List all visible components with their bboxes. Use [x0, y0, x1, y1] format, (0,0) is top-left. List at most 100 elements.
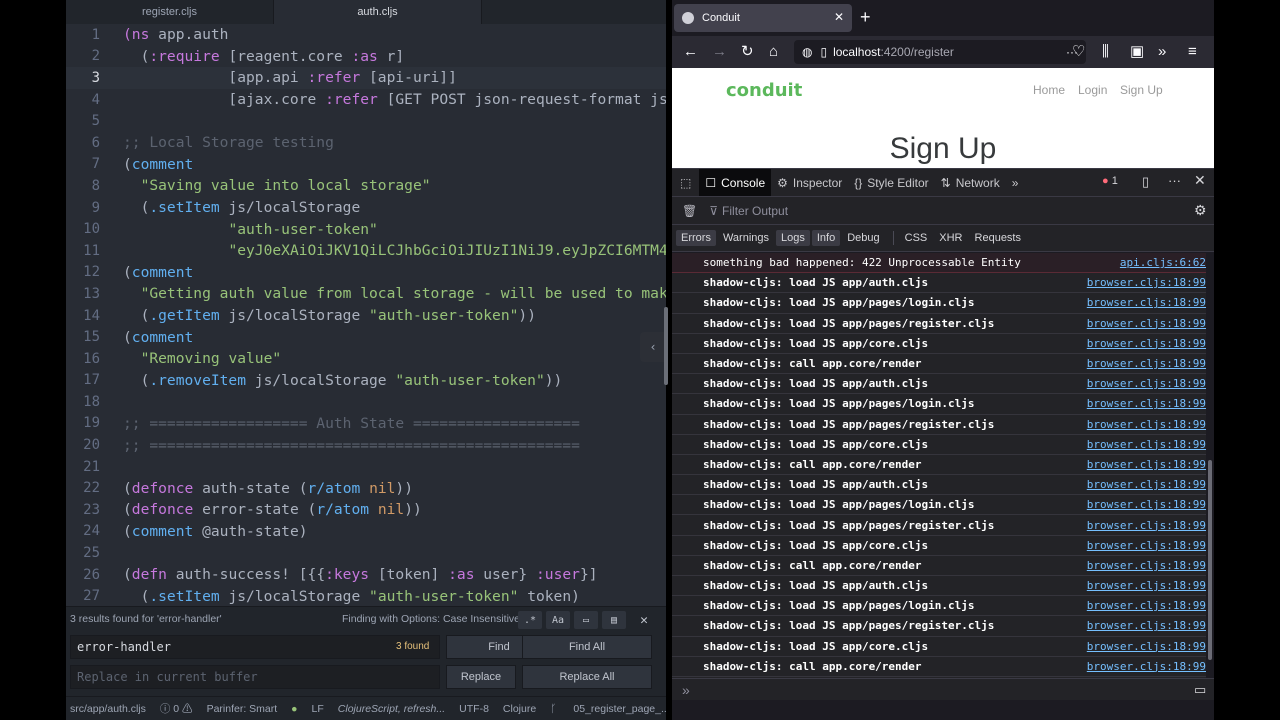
- code-line[interactable]: 17 (.removeItem js/localStorage "auth-us…: [66, 370, 666, 392]
- code-line[interactable]: 12 (comment: [66, 262, 666, 284]
- level-logs[interactable]: Logs: [776, 230, 810, 246]
- case-toggle[interactable]: Aa: [546, 611, 570, 629]
- console-scrollbar[interactable]: [1208, 460, 1212, 660]
- console-source-link[interactable]: browser.cljs:18:99: [1087, 539, 1206, 552]
- console-settings-gear-icon[interactable]: ⚙: [1194, 202, 1207, 219]
- console-source-link[interactable]: browser.cljs:18:99: [1087, 619, 1206, 632]
- type-css[interactable]: CSS: [900, 230, 933, 246]
- status-eol[interactable]: LF: [312, 703, 324, 715]
- home-icon[interactable]: ⌂: [769, 42, 778, 62]
- code-line[interactable]: 23 (defonce error-state (r/atom nil)): [66, 499, 666, 521]
- code-line[interactable]: 22 (defonce auth-state (r/atom nil)): [66, 477, 666, 499]
- code-line[interactable]: 18: [66, 391, 666, 413]
- pane-divider-handle[interactable]: [664, 307, 668, 385]
- type-xhr[interactable]: XHR: [934, 230, 967, 246]
- find-input[interactable]: error-handler: [70, 635, 440, 659]
- sidebar-icon[interactable]: ▣: [1130, 42, 1144, 62]
- console-source-link[interactable]: browser.cljs:18:99: [1087, 640, 1206, 653]
- code-line[interactable]: 10 "auth-user-token": [66, 218, 666, 240]
- nav-link-home[interactable]: Home: [1033, 83, 1065, 97]
- code-line[interactable]: 3 [app.api :refer [api-uri]]: [66, 67, 666, 89]
- console-source-link[interactable]: api.cljs:6:62: [1120, 256, 1206, 269]
- code-line[interactable]: 15 (comment: [66, 326, 666, 348]
- code-line[interactable]: 14 (.getItem js/localStorage "auth-user-…: [66, 305, 666, 327]
- console-source-link[interactable]: browser.cljs:18:99: [1087, 478, 1206, 491]
- code-line[interactable]: 27 (.setItem js/localStorage "auth-user-…: [66, 585, 666, 607]
- console-source-link[interactable]: browser.cljs:18:99: [1087, 660, 1206, 673]
- code-line[interactable]: 26 (defn auth-success! [{{:keys [token] :…: [66, 564, 666, 586]
- status-language[interactable]: Clojure: [503, 703, 536, 715]
- status-parinfer[interactable]: Parinfer: Smart: [207, 703, 278, 715]
- code-line[interactable]: 6 ;; Local Storage testing: [66, 132, 666, 154]
- code-line[interactable]: 25: [66, 542, 666, 564]
- code-line[interactable]: 16 "Removing value": [66, 348, 666, 370]
- console-output[interactable]: something bad happened: 422 Unprocessabl…: [672, 253, 1206, 678]
- trash-icon[interactable]: 🗑: [682, 204, 697, 218]
- status-file-path[interactable]: src/app/auth.cljs: [70, 703, 146, 715]
- close-devtools-icon[interactable]: ✕: [1194, 172, 1206, 189]
- url-bar[interactable]: ◍ ▯ localhost:4200/register ···: [794, 40, 1086, 64]
- close-icon[interactable]: ✕: [632, 611, 656, 629]
- error-count-badge[interactable]: ● 1: [1102, 175, 1118, 187]
- nav-link-login[interactable]: Login: [1078, 83, 1107, 97]
- console-source-link[interactable]: browser.cljs:18:99: [1087, 397, 1206, 410]
- console-input[interactable]: » ▭: [672, 678, 1214, 700]
- replace-button[interactable]: Replace: [446, 665, 516, 689]
- library-icon[interactable]: ⫼: [1102, 42, 1109, 62]
- level-warnings[interactable]: Warnings: [718, 230, 774, 246]
- console-source-link[interactable]: browser.cljs:18:99: [1087, 357, 1206, 370]
- console-source-link[interactable]: browser.cljs:18:99: [1087, 317, 1206, 330]
- pocket-icon[interactable]: ♡: [1072, 42, 1085, 62]
- code-line[interactable]: 4 [ajax.core :refer [GET POST json-reque…: [66, 89, 666, 111]
- status-grammar-info[interactable]: ClojureScript, refresh...: [338, 703, 445, 715]
- code-line[interactable]: 21: [66, 456, 666, 478]
- level-info[interactable]: Info: [811, 230, 841, 246]
- status-problems[interactable]: ⓘ 0 ⚠: [160, 701, 193, 716]
- replace-input[interactable]: Replace in current buffer: [70, 665, 440, 689]
- level-debug[interactable]: Debug: [842, 230, 884, 246]
- browser-tab-conduit[interactable]: Conduit ✕: [674, 4, 852, 32]
- collapse-chevron-left-icon[interactable]: ‹: [640, 332, 666, 362]
- console-source-link[interactable]: browser.cljs:18:99: [1087, 599, 1206, 612]
- code-line[interactable]: 13 "Getting auth value from local storag…: [66, 283, 666, 305]
- code-area[interactable]: 1 (ns app.auth 2 (:require [reagent.core :…: [66, 24, 666, 610]
- code-line[interactable]: 24 (comment @auth-state): [66, 521, 666, 543]
- code-line[interactable]: 2 (:require [reagent.core :as r]: [66, 46, 666, 68]
- console-source-link[interactable]: browser.cljs:18:99: [1087, 519, 1206, 532]
- console-source-link[interactable]: browser.cljs:18:99: [1087, 337, 1206, 350]
- replace-all-button[interactable]: Replace All: [522, 665, 652, 689]
- new-tab-plus-icon[interactable]: +: [860, 8, 871, 26]
- level-errors[interactable]: Errors: [676, 230, 716, 246]
- devtools-menu-icon[interactable]: ···: [1168, 173, 1181, 188]
- element-picker-icon[interactable]: ⬚: [672, 169, 699, 197]
- brand-logo[interactable]: conduit: [726, 80, 802, 101]
- console-source-link[interactable]: browser.cljs:18:99: [1087, 559, 1206, 572]
- console-source-link[interactable]: browser.cljs:18:99: [1087, 418, 1206, 431]
- editor-mode-toggle-icon[interactable]: ▭: [1194, 682, 1206, 698]
- reload-icon[interactable]: ↻: [741, 42, 754, 62]
- type-requests[interactable]: Requests: [970, 230, 1026, 246]
- devtools-tab-network[interactable]: ⇅ Network: [935, 169, 1006, 197]
- editor-tab-register[interactable]: register.cljs: [66, 0, 274, 24]
- console-source-link[interactable]: browser.cljs:18:99: [1087, 458, 1206, 471]
- hamburger-menu-icon[interactable]: ≡: [1188, 42, 1197, 62]
- back-arrow-icon[interactable]: ←: [683, 42, 698, 62]
- status-encoding[interactable]: UTF-8: [459, 703, 489, 715]
- code-line[interactable]: 1 (ns app.auth: [66, 24, 666, 46]
- code-line[interactable]: 11 "eyJ0eXAiOiJKV1QiLCJhbGciOiJIUzI1NiJ9…: [66, 240, 666, 262]
- selection-toggle-icon[interactable]: ▭: [574, 611, 598, 629]
- code-line[interactable]: 7 (comment: [66, 154, 666, 176]
- code-line[interactable]: 9 (.setItem js/localStorage: [66, 197, 666, 219]
- whole-word-toggle-icon[interactable]: ▤: [602, 611, 626, 629]
- code-line[interactable]: 5: [66, 110, 666, 132]
- console-source-link[interactable]: browser.cljs:18:99: [1087, 377, 1206, 390]
- find-all-button[interactable]: Find All: [522, 635, 652, 659]
- code-line[interactable]: 8 "Saving value into local storage": [66, 175, 666, 197]
- code-line[interactable]: 20 ;; ===================================…: [66, 434, 666, 456]
- console-source-link[interactable]: browser.cljs:18:99: [1087, 296, 1206, 309]
- devtools-tab-console[interactable]: ☐ Console: [699, 168, 772, 197]
- console-source-link[interactable]: browser.cljs:18:99: [1087, 438, 1206, 451]
- dock-layout-icon[interactable]: ▯: [1142, 174, 1149, 190]
- devtools-tab-inspector[interactable]: ⚙ Inspector: [771, 169, 848, 197]
- close-icon[interactable]: ✕: [834, 10, 844, 24]
